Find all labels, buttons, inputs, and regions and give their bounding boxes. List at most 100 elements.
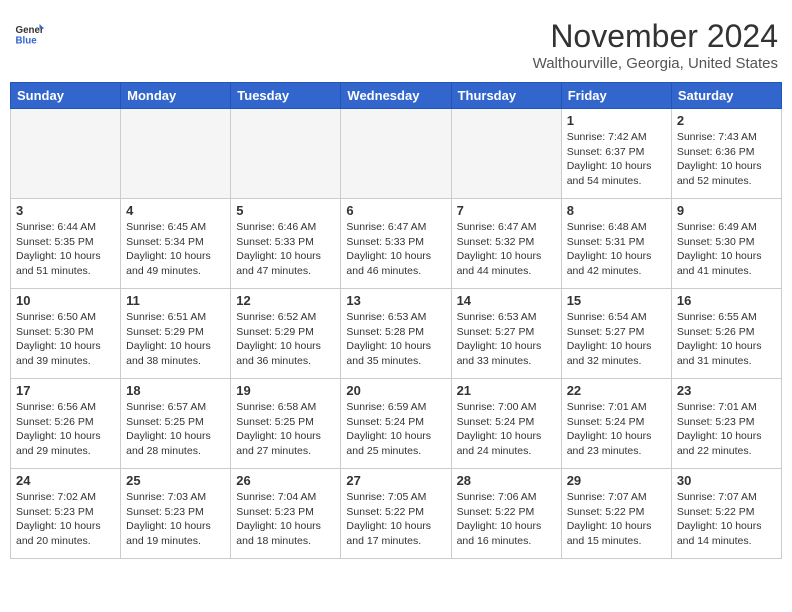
day-info: Sunrise: 6:50 AMSunset: 5:30 PMDaylight:… (16, 310, 115, 369)
day-number: 1 (567, 113, 666, 128)
day-number: 14 (457, 293, 556, 308)
day-number: 10 (16, 293, 115, 308)
calendar-cell: 25Sunrise: 7:03 AMSunset: 5:23 PMDayligh… (121, 469, 231, 559)
calendar-cell: 2 Sunrise: 7:43 AMSunset: 6:36 PMDaylight… (671, 109, 781, 199)
calendar-cell: 5 Sunrise: 6:46 AMSunset: 5:33 PMDaylight… (231, 199, 341, 289)
calendar-cell: 1 Sunrise: 7:42 AMSunset: 6:37 PMDaylight… (561, 109, 671, 199)
day-number: 9 (677, 203, 776, 218)
day-header-saturday: Saturday (671, 83, 781, 109)
day-info: Sunrise: 6:53 AMSunset: 5:28 PMDaylight:… (346, 310, 445, 369)
calendar-cell (451, 109, 561, 199)
month-title: November 2024 (533, 18, 778, 55)
calendar-cell: 17 Sunrise: 6:56 AMSunset: 5:26 PMDayligh… (11, 379, 121, 469)
days-header-row: SundayMondayTuesdayWednesdayThursdayFrid… (11, 83, 782, 109)
day-info: Sunrise: 6:51 AMSunset: 5:29 PMDaylight:… (126, 310, 225, 369)
day-number: 28 (457, 473, 556, 488)
calendar-cell (121, 109, 231, 199)
logo-icon: General Blue (14, 18, 44, 48)
page-header: General Blue November 2024 Walthourville… (10, 10, 782, 76)
calendar-cell (231, 109, 341, 199)
day-number: 18 (126, 383, 225, 398)
day-info: Sunrise: 7:42 AMSunset: 6:37 PMDaylight:… (567, 130, 666, 189)
calendar-cell: 6 Sunrise: 6:47 AMSunset: 5:33 PMDaylight… (341, 199, 451, 289)
calendar-cell: 7Sunrise: 6:47 AMSunset: 5:32 PMDaylight… (451, 199, 561, 289)
day-info: Sunrise: 7:06 AMSunset: 5:22 PMDaylight:… (457, 490, 556, 549)
day-number: 30 (677, 473, 776, 488)
week-row-3: 10 Sunrise: 6:50 AMSunset: 5:30 PMDayligh… (11, 289, 782, 379)
calendar-cell: 11 Sunrise: 6:51 AMSunset: 5:29 PMDayligh… (121, 289, 231, 379)
calendar-cell: 23Sunrise: 7:01 AMSunset: 5:23 PMDayligh… (671, 379, 781, 469)
day-number: 12 (236, 293, 335, 308)
title-section: November 2024 Walthourville, Georgia, Un… (533, 18, 778, 72)
calendar-cell: 10 Sunrise: 6:50 AMSunset: 5:30 PMDayligh… (11, 289, 121, 379)
day-info: Sunrise: 6:59 AMSunset: 5:24 PMDaylight:… (346, 400, 445, 459)
location-subtitle: Walthourville, Georgia, United States (533, 55, 778, 72)
day-number: 29 (567, 473, 666, 488)
day-info: Sunrise: 6:57 AMSunset: 5:25 PMDaylight:… (126, 400, 225, 459)
day-number: 8 (567, 203, 666, 218)
day-number: 27 (346, 473, 445, 488)
calendar-cell: 26Sunrise: 7:04 AMSunset: 5:23 PMDayligh… (231, 469, 341, 559)
calendar-cell (11, 109, 121, 199)
day-info: Sunrise: 6:47 AMSunset: 5:33 PMDaylight:… (346, 220, 445, 279)
calendar-cell: 28 Sunrise: 7:06 AMSunset: 5:22 PMDayligh… (451, 469, 561, 559)
calendar-cell: 20 Sunrise: 6:59 AMSunset: 5:24 PMDayligh… (341, 379, 451, 469)
day-number: 15 (567, 293, 666, 308)
calendar-cell: 16 Sunrise: 6:55 AMSunset: 5:26 PMDayligh… (671, 289, 781, 379)
day-number: 20 (346, 383, 445, 398)
day-number: 11 (126, 293, 225, 308)
calendar-cell: 22 Sunrise: 7:01 AMSunset: 5:24 PMDayligh… (561, 379, 671, 469)
day-info: Sunrise: 6:44 AMSunset: 5:35 PMDaylight:… (16, 220, 115, 279)
day-info: Sunrise: 6:53 AMSunset: 5:27 PMDaylight:… (457, 310, 556, 369)
day-number: 17 (16, 383, 115, 398)
day-info: Sunrise: 6:45 AMSunset: 5:34 PMDaylight:… (126, 220, 225, 279)
calendar-cell: 15 Sunrise: 6:54 AMSunset: 5:27 PMDayligh… (561, 289, 671, 379)
day-info: Sunrise: 7:05 AMSunset: 5:22 PMDaylight:… (346, 490, 445, 549)
day-header-friday: Friday (561, 83, 671, 109)
day-number: 5 (236, 203, 335, 218)
calendar-cell: 12 Sunrise: 6:52 AMSunset: 5:29 PMDayligh… (231, 289, 341, 379)
day-info: Sunrise: 6:48 AMSunset: 5:31 PMDaylight:… (567, 220, 666, 279)
day-info: Sunrise: 6:54 AMSunset: 5:27 PMDaylight:… (567, 310, 666, 369)
day-number: 6 (346, 203, 445, 218)
calendar-cell: 21 Sunrise: 7:00 AMSunset: 5:24 PMDayligh… (451, 379, 561, 469)
day-info: Sunrise: 6:56 AMSunset: 5:26 PMDaylight:… (16, 400, 115, 459)
day-number: 21 (457, 383, 556, 398)
calendar-cell: 13 Sunrise: 6:53 AMSunset: 5:28 PMDayligh… (341, 289, 451, 379)
day-info: Sunrise: 7:02 AMSunset: 5:23 PMDaylight:… (16, 490, 115, 549)
calendar-cell: 3 Sunrise: 6:44 AMSunset: 5:35 PMDaylight… (11, 199, 121, 289)
day-info: Sunrise: 6:52 AMSunset: 5:29 PMDaylight:… (236, 310, 335, 369)
day-info: Sunrise: 7:00 AMSunset: 5:24 PMDaylight:… (457, 400, 556, 459)
day-number: 3 (16, 203, 115, 218)
day-info: Sunrise: 6:58 AMSunset: 5:25 PMDaylight:… (236, 400, 335, 459)
day-info: Sunrise: 7:03 AMSunset: 5:23 PMDaylight:… (126, 490, 225, 549)
svg-text:Blue: Blue (16, 36, 38, 47)
week-row-1: 1 Sunrise: 7:42 AMSunset: 6:37 PMDaylight… (11, 109, 782, 199)
week-row-5: 24 Sunrise: 7:02 AMSunset: 5:23 PMDayligh… (11, 469, 782, 559)
day-info: Sunrise: 7:43 AMSunset: 6:36 PMDaylight:… (677, 130, 776, 189)
day-info: Sunrise: 6:49 AMSunset: 5:30 PMDaylight:… (677, 220, 776, 279)
day-header-sunday: Sunday (11, 83, 121, 109)
calendar-cell: 24 Sunrise: 7:02 AMSunset: 5:23 PMDayligh… (11, 469, 121, 559)
calendar-cell: 9 Sunrise: 6:49 AMSunset: 5:30 PMDaylight… (671, 199, 781, 289)
day-number: 24 (16, 473, 115, 488)
day-header-wednesday: Wednesday (341, 83, 451, 109)
calendar-cell: 4Sunrise: 6:45 AMSunset: 5:34 PMDaylight… (121, 199, 231, 289)
day-info: Sunrise: 6:55 AMSunset: 5:26 PMDaylight:… (677, 310, 776, 369)
day-number: 2 (677, 113, 776, 128)
day-info: Sunrise: 7:01 AMSunset: 5:23 PMDaylight:… (677, 400, 776, 459)
day-number: 7 (457, 203, 556, 218)
calendar-cell: 27 Sunrise: 7:05 AMSunset: 5:22 PMDayligh… (341, 469, 451, 559)
day-number: 16 (677, 293, 776, 308)
day-info: Sunrise: 6:46 AMSunset: 5:33 PMDaylight:… (236, 220, 335, 279)
day-number: 19 (236, 383, 335, 398)
day-number: 13 (346, 293, 445, 308)
day-number: 22 (567, 383, 666, 398)
calendar-cell: 30 Sunrise: 7:07 AMSunset: 5:22 PMDayligh… (671, 469, 781, 559)
day-info: Sunrise: 7:07 AMSunset: 5:22 PMDaylight:… (567, 490, 666, 549)
day-header-tuesday: Tuesday (231, 83, 341, 109)
day-info: Sunrise: 7:01 AMSunset: 5:24 PMDaylight:… (567, 400, 666, 459)
calendar-cell: 8 Sunrise: 6:48 AMSunset: 5:31 PMDaylight… (561, 199, 671, 289)
calendar-cell: 18 Sunrise: 6:57 AMSunset: 5:25 PMDayligh… (121, 379, 231, 469)
day-info: Sunrise: 7:07 AMSunset: 5:22 PMDaylight:… (677, 490, 776, 549)
